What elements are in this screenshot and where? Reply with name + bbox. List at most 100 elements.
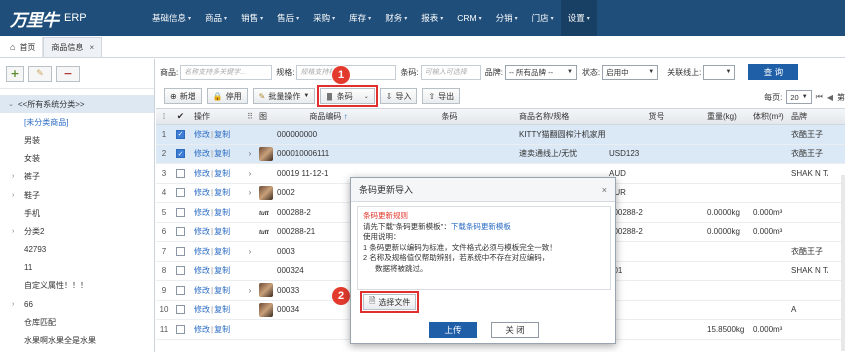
chevron-right-icon[interactable]: › [12, 173, 14, 180]
tree-node[interactable]: 自定义属性！！！ [0, 277, 154, 295]
row-checkbox[interactable] [176, 266, 185, 276]
expand-icon[interactable]: › [244, 247, 256, 256]
edit-link[interactable]: 修改 [194, 149, 210, 158]
nav-item-4[interactable]: 采购 ▾ [306, 0, 342, 36]
row-checkbox-cell[interactable] [172, 246, 186, 256]
first-page-icon[interactable]: ⏮ [816, 92, 823, 102]
row-checkbox[interactable] [176, 168, 185, 178]
edit-category-button[interactable]: ✎ [28, 65, 52, 82]
tree-node[interactable]: 女装 [0, 150, 154, 168]
copy-link[interactable]: 复制 [214, 286, 230, 295]
nav-item-2[interactable]: 销售 ▾ [234, 0, 270, 36]
row-checkbox-cell[interactable] [172, 188, 186, 198]
edit-link[interactable]: 修改 [194, 227, 210, 236]
copy-link[interactable]: 复制 [214, 208, 230, 217]
row-checkbox[interactable] [176, 227, 185, 237]
col-select-all[interactable]: ✔ [172, 111, 186, 122]
add-button[interactable]: ⊕ 新增 [164, 88, 202, 104]
edit-link[interactable]: 修改 [194, 169, 210, 178]
prev-page-icon[interactable]: ◀ [827, 93, 833, 102]
expand-icon[interactable]: › [244, 169, 256, 178]
barcode-input[interactable]: 可输入可选择 [420, 64, 481, 80]
edit-link[interactable]: 修改 [194, 305, 210, 314]
expand-icon[interactable]: › [244, 149, 256, 158]
row-checkbox[interactable] [176, 246, 185, 256]
row-checkbox-cell[interactable]: ✓ [172, 129, 186, 139]
product-name-input[interactable]: 名称支持多关键字... [180, 64, 273, 80]
edit-link[interactable]: 修改 [194, 130, 210, 139]
chevron-down-icon[interactable]: ⌄ [8, 100, 14, 108]
row-checkbox[interactable]: ✓ [176, 149, 185, 159]
brand-logo-thumbnail[interactable]: tutt [259, 211, 269, 217]
row-checkbox[interactable]: ✓ [176, 129, 185, 139]
edit-link[interactable]: 修改 [194, 247, 210, 256]
row-checkbox-cell[interactable] [172, 285, 186, 295]
tree-node[interactable]: 仓库匹配 [0, 313, 154, 331]
row-checkbox[interactable] [176, 324, 185, 334]
tree-node[interactable]: 水果啊水果全是水果 [0, 331, 154, 349]
add-category-button[interactable]: + [6, 65, 24, 82]
close-icon[interactable]: × [602, 185, 607, 195]
table-row[interactable]: 1 ✓ 修改|复制 000000000 KITTY猫翻圆榨汁机家用 衣酷王子 [156, 125, 845, 145]
tree-node[interactable]: › 鞋子 [0, 186, 154, 204]
col-goods-number[interactable]: 货号 [606, 111, 704, 122]
product-thumbnail[interactable] [259, 146, 273, 161]
row-checkbox-cell[interactable] [172, 168, 186, 178]
col-barcode[interactable]: 条码 [380, 111, 516, 122]
col-weight[interactable]: 重量(kg) [704, 111, 750, 122]
row-checkbox[interactable] [176, 285, 185, 295]
search-button[interactable]: 查 询 [748, 64, 799, 80]
nav-item-11[interactable]: 设置 ▾ [560, 0, 597, 36]
table-row[interactable]: 2 ✓ 修改|复制 › 000010006111 速卖通线上/无忧 USD123 衣酷王子 [156, 144, 845, 164]
row-checkbox-cell[interactable] [172, 227, 186, 237]
nav-item-6[interactable]: 财务 ▾ [378, 0, 414, 36]
edit-link[interactable]: 修改 [194, 266, 210, 275]
export-button[interactable]: ⇧ 导出 [422, 88, 461, 104]
download-template-link[interactable]: 下载条码更新模板 [451, 222, 511, 231]
page-size-select[interactable]: 20 ▼ [786, 90, 812, 104]
row-checkbox-cell[interactable] [172, 324, 186, 334]
copy-link[interactable]: 复制 [214, 149, 230, 158]
tree-node[interactable]: 42793 [0, 241, 154, 259]
app-logo[interactable]: 万里牛 ERP [0, 0, 145, 36]
nav-item-5[interactable]: 库存 ▾ [342, 0, 378, 36]
tab-product-info[interactable]: 商品信息 × [43, 37, 103, 57]
upload-button[interactable]: 上传 [429, 322, 477, 338]
col-volume[interactable]: 体积(m³) [750, 111, 788, 122]
copy-link[interactable]: 复制 [214, 266, 230, 275]
barcode-button[interactable]: ||||| 条码 ⌄ [317, 85, 378, 107]
copy-link[interactable]: 复制 [214, 169, 230, 178]
product-thumbnail[interactable] [259, 302, 273, 317]
chevron-right-icon[interactable]: › [12, 301, 14, 308]
edit-link[interactable]: 修改 [194, 325, 210, 334]
vertical-scrollbar[interactable] [841, 175, 845, 351]
chevron-right-icon[interactable]: › [12, 228, 14, 235]
close-icon[interactable]: × [89, 43, 94, 52]
batch-operation-button[interactable]: ✎ 批量操作 ▼ [252, 88, 316, 104]
col-brand[interactable]: 品牌 [788, 111, 828, 122]
brand-select[interactable]: -- 所有品牌 -- ▼ [504, 64, 577, 80]
delete-category-button[interactable]: − [56, 65, 80, 82]
row-checkbox[interactable] [176, 305, 185, 315]
tree-root[interactable]: ⌄ <<所有系统分类>> [0, 95, 154, 114]
copy-link[interactable]: 复制 [214, 188, 230, 197]
tree-node[interactable]: › 分类2 [0, 222, 154, 240]
col-product-name[interactable]: 商品名称/规格 [516, 111, 606, 122]
tree-node[interactable]: 男装 [0, 131, 154, 149]
tree-node[interactable]: 手机 [0, 204, 154, 222]
tree-node[interactable]: › 66 [0, 295, 154, 313]
row-checkbox[interactable] [176, 207, 185, 217]
nav-item-7[interactable]: 报表 ▾ [414, 0, 450, 36]
nav-item-10[interactable]: 门店 ▾ [525, 0, 561, 36]
copy-link[interactable]: 复制 [214, 305, 230, 314]
copy-link[interactable]: 复制 [214, 247, 230, 256]
copy-link[interactable]: 复制 [214, 227, 230, 236]
product-thumbnail[interactable] [259, 283, 273, 298]
close-dialog-button[interactable]: 关 闭 [491, 322, 539, 338]
nav-item-8[interactable]: CRM ▾ [450, 0, 488, 36]
expand-icon[interactable]: › [244, 286, 256, 295]
edit-link[interactable]: 修改 [194, 188, 210, 197]
nav-item-3[interactable]: 售后 ▾ [270, 0, 306, 36]
col-product-code[interactable]: 商品编码 ↑ [274, 111, 380, 122]
edit-link[interactable]: 修改 [194, 286, 210, 295]
